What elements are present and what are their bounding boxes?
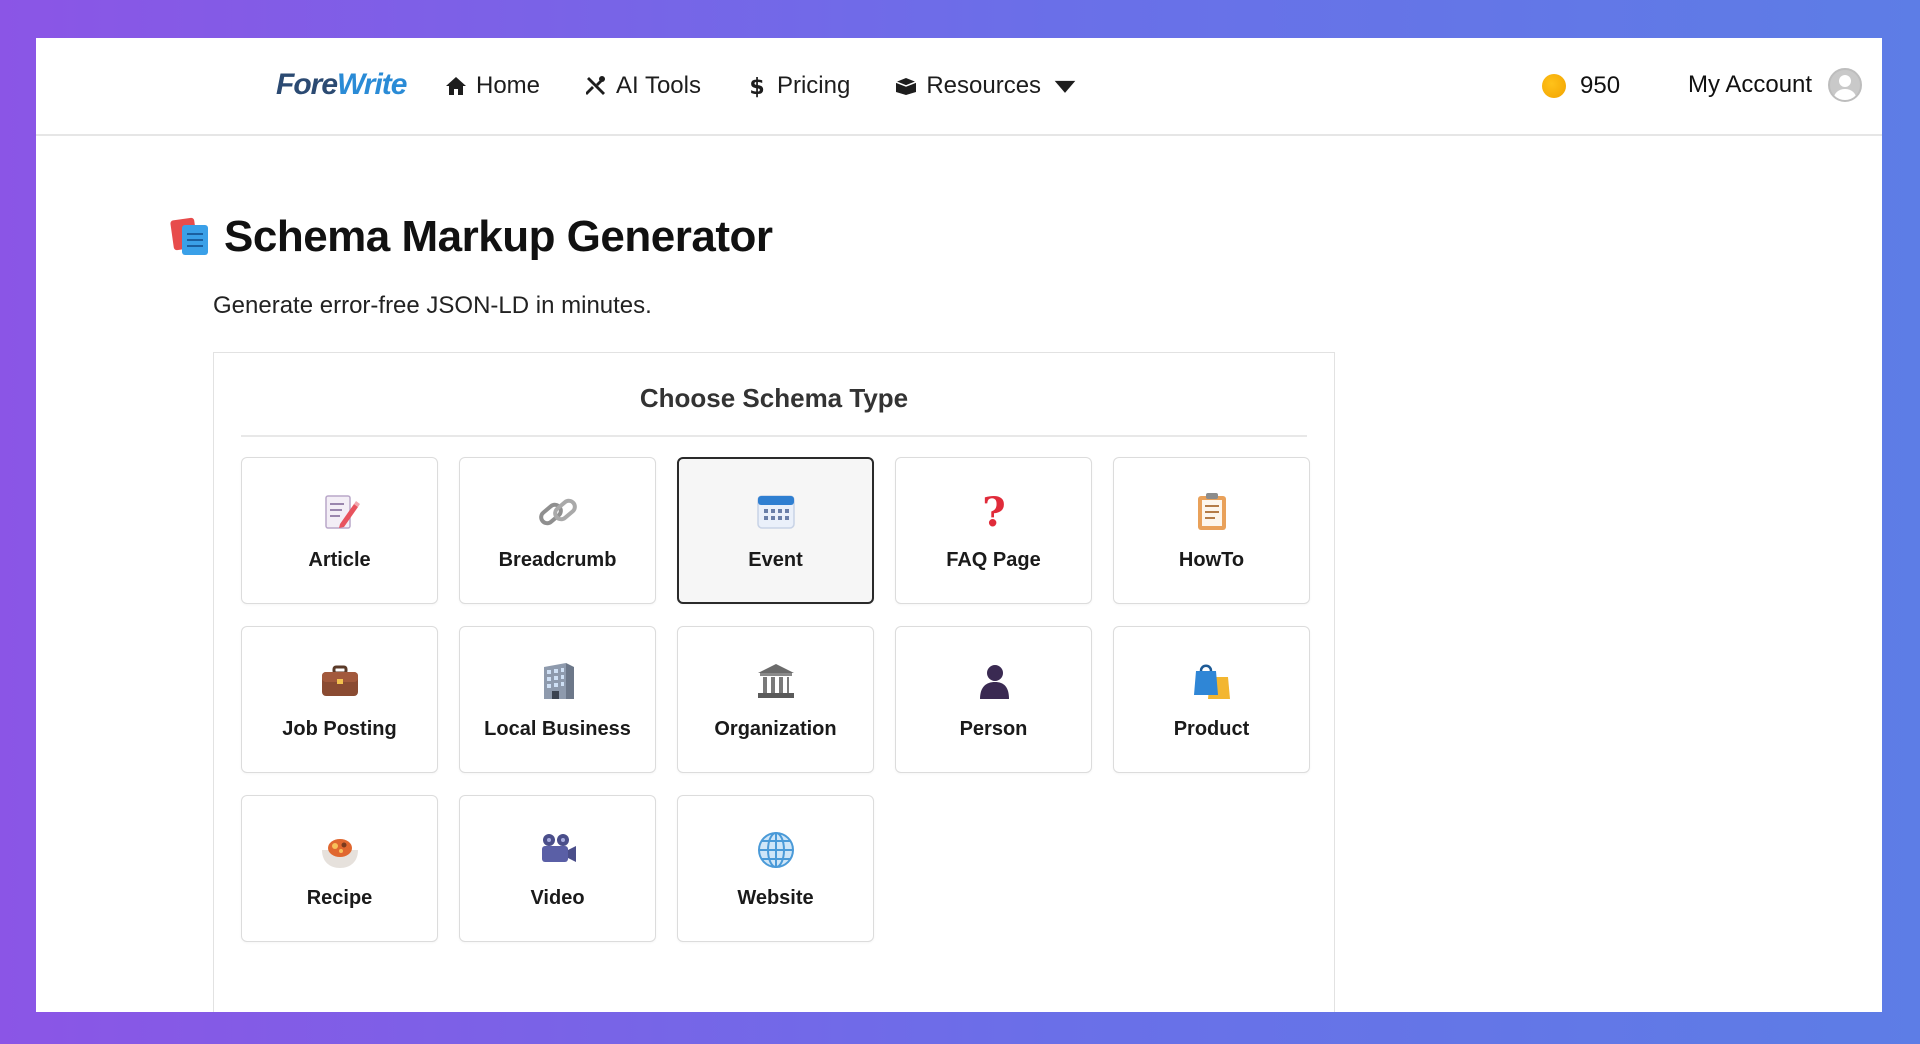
nav-home[interactable]: Home [444, 72, 540, 100]
schema-type-organization[interactable]: Organization [677, 626, 874, 773]
question-icon: ? [982, 490, 1005, 534]
person-icon [979, 665, 1009, 699]
schema-type-label: Person [959, 718, 1028, 740]
schema-type-article[interactable]: Article [241, 457, 438, 604]
nav-resources-label: Resources [926, 72, 1042, 99]
schema-type-grid: Article Breadcrumb Event ? FAQ Page HowT… [241, 457, 1310, 942]
office-building-icon [543, 663, 574, 699]
account-label: My Account [1688, 71, 1813, 98]
page-subtitle: Generate error-free JSON-LD in minutes. [213, 292, 652, 319]
article-icon [324, 495, 360, 529]
schema-type-label: Local Business [484, 718, 631, 740]
credits-value: 950 [1580, 72, 1621, 99]
nav-resources[interactable]: Resources [894, 72, 1077, 100]
nav-pricing-label: Pricing [776, 72, 851, 99]
coin-icon [1542, 74, 1566, 98]
page-header: Schema Markup Generator [170, 212, 773, 262]
schema-type-website[interactable]: Website [677, 795, 874, 942]
top-navbar: ForeWrite Home AI Tools $ Pricing Resour… [36, 38, 1882, 136]
schema-type-label: Article [308, 549, 371, 571]
schema-type-breadcrumb[interactable]: Breadcrumb [459, 457, 656, 604]
briefcase-icon [321, 665, 358, 696]
nav-ai-tools[interactable]: AI Tools [584, 72, 701, 100]
app-window: ForeWrite Home AI Tools $ Pricing Resour… [36, 38, 1882, 1012]
shopping-bags-icon [1193, 664, 1230, 699]
schema-type-label: Breadcrumb [498, 549, 617, 571]
schema-type-label: Job Posting [282, 718, 397, 740]
svg-text:?: ? [982, 490, 1005, 534]
schema-type-event[interactable]: Event [677, 457, 874, 604]
schema-type-faq-page[interactable]: ? FAQ Page [895, 457, 1092, 604]
schema-type-recipe[interactable]: Recipe [241, 795, 438, 942]
schema-type-local-business[interactable]: Local Business [459, 626, 656, 773]
globe-icon [757, 832, 794, 868]
link-icon [538, 498, 577, 526]
avatar-icon [1828, 68, 1863, 102]
schema-type-job-posting[interactable]: Job Posting [241, 626, 438, 773]
dollar-icon: $ [749, 75, 764, 98]
schema-type-label: Website [737, 887, 814, 909]
schema-type-label: Video [530, 887, 585, 909]
brand-logo-part2: Write [337, 68, 407, 101]
tools-icon [586, 76, 606, 95]
schema-type-label: Recipe [306, 887, 373, 909]
clipboard-icon [1197, 493, 1226, 530]
food-bowl-icon [321, 839, 358, 868]
schema-type-product[interactable]: Product [1113, 626, 1310, 773]
nav-ai-tools-label: AI Tools [616, 72, 701, 99]
box-icon [896, 78, 917, 95]
panel-title: Choose Schema Type [639, 383, 909, 413]
brand-logo-part1: Fore [276, 68, 338, 101]
schema-type-video[interactable]: Video [459, 795, 656, 942]
schema-type-label: FAQ Page [946, 549, 1041, 571]
schema-type-label: Organization [714, 718, 837, 740]
schema-logo-icon [170, 217, 210, 257]
nav-home-label: Home [476, 72, 541, 99]
institution-icon [757, 664, 794, 698]
credits-balance: 950 [1542, 72, 1620, 100]
panel-divider [241, 435, 1307, 437]
nav-pricing[interactable]: $ Pricing [745, 72, 850, 100]
chevron-down-icon [1054, 80, 1076, 93]
main-nav: Home AI Tools $ Pricing Resources [444, 72, 1077, 100]
svg-text:$: $ [749, 75, 764, 98]
schema-type-howto[interactable]: HowTo [1113, 457, 1310, 604]
schema-type-person[interactable]: Person [895, 626, 1092, 773]
schema-type-label: Product [1173, 718, 1250, 740]
schema-type-panel: Choose Schema Type Article Breadcrumb Ev… [213, 352, 1335, 1012]
schema-type-label: HowTo [1178, 549, 1245, 571]
calendar-icon [756, 495, 795, 529]
home-icon [446, 77, 466, 95]
brand-logo[interactable]: ForeWrite [276, 68, 407, 102]
page-title: Schema Markup Generator [224, 212, 773, 261]
account-menu[interactable]: My Account [1688, 68, 1863, 102]
schema-type-label: Event [748, 549, 803, 571]
video-camera-icon [541, 834, 576, 862]
